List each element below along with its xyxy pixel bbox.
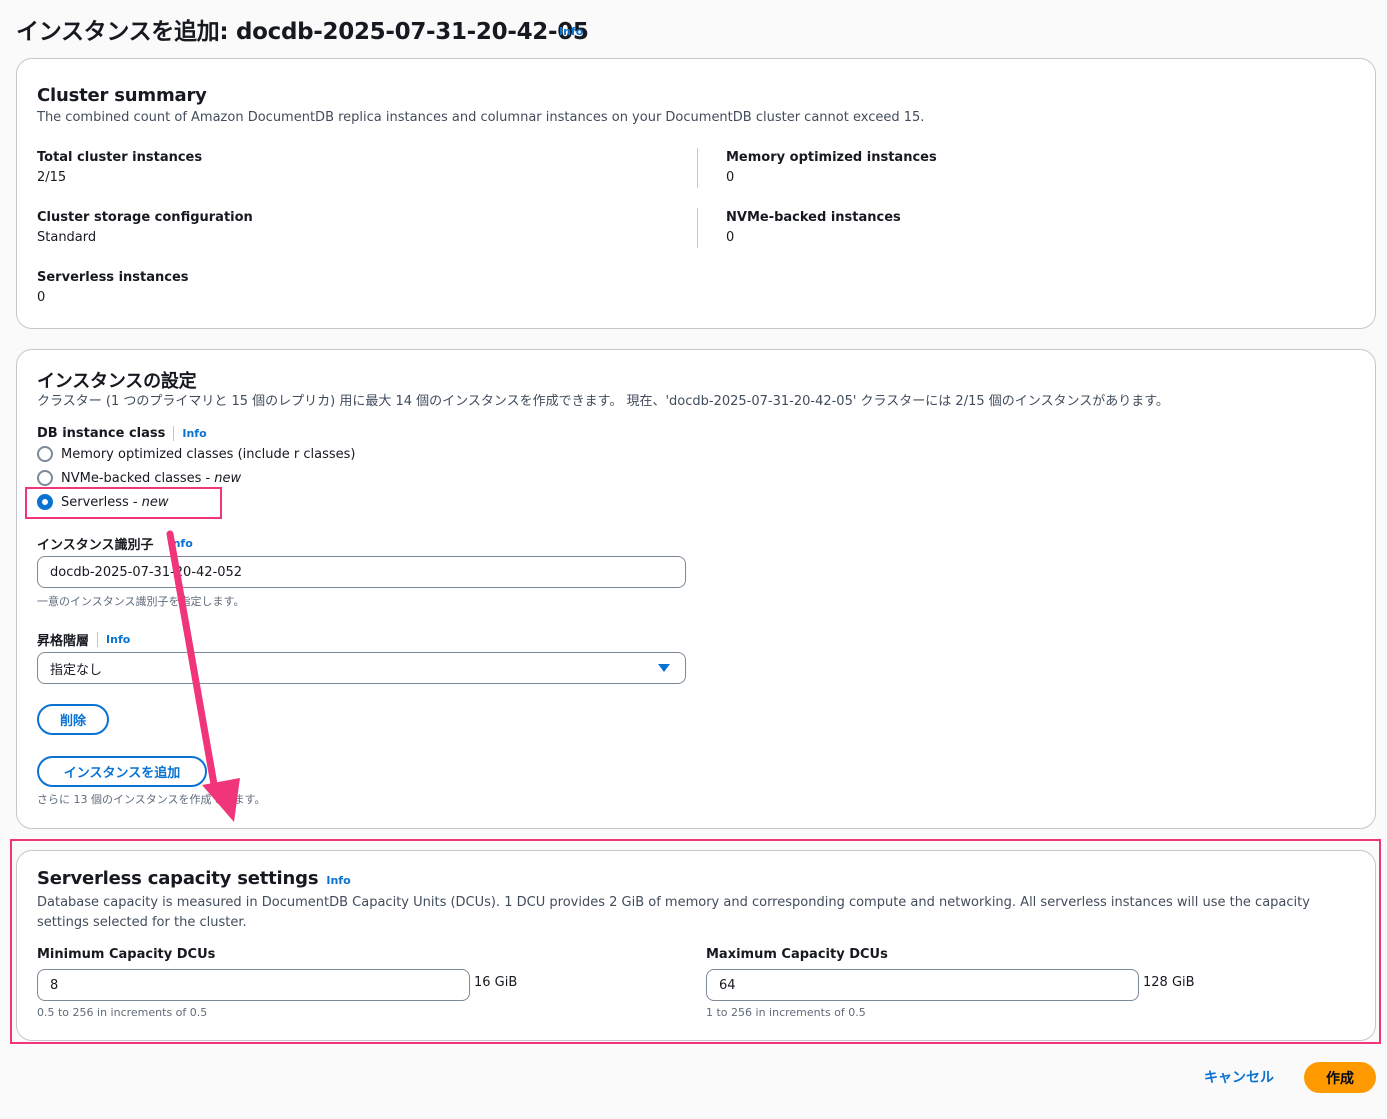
new-tag: new xyxy=(214,470,242,486)
total-instances-value: 2/15 xyxy=(37,170,67,185)
serverless-capacity-panel: Serverless capacity settings Info Databa… xyxy=(16,850,1376,1041)
capacity-heading-row: Serverless capacity settings Info xyxy=(37,868,351,889)
instance-settings-heading: インスタンスの設定 xyxy=(37,371,197,392)
create-button[interactable]: 作成 xyxy=(1304,1062,1376,1093)
new-tag: new xyxy=(141,494,169,510)
cluster-summary-heading: Cluster summary xyxy=(37,85,207,106)
instance-settings-panel: インスタンスの設定 クラスター (1 つのプライマリと 15 個のレプリカ) 用… xyxy=(16,349,1376,829)
promotion-tier-select[interactable]: 指定なし xyxy=(37,652,686,684)
label-separator xyxy=(173,426,175,441)
radio-serverless[interactable]: Serverless - new xyxy=(37,494,169,510)
radio-button[interactable] xyxy=(37,446,53,462)
instance-identifier-hint: 一意のインスタンス識別子を指定します。 xyxy=(37,595,245,608)
page-title: インスタンスを追加: docdb-2025-07-31-20-42-05 xyxy=(16,19,589,45)
instance-identifier-input[interactable]: docdb-2025-07-31-20-42-052 xyxy=(37,556,686,588)
max-capacity-input[interactable]: 64 xyxy=(706,969,1139,1001)
caret-down-icon xyxy=(658,664,670,672)
promotion-tier-label: 昇格階層 Info xyxy=(37,630,130,649)
cluster-summary-description: The combined count of Amazon DocumentDB … xyxy=(37,110,925,125)
add-instance-button[interactable]: インスタンスを追加 xyxy=(37,756,207,787)
promotion-tier-value: 指定なし xyxy=(50,662,103,678)
db-instance-class-info-link[interactable]: Info xyxy=(182,427,206,440)
max-capacity-unit: 128 GiB xyxy=(1143,975,1195,990)
memory-optimized-value: 0 xyxy=(726,170,735,185)
min-capacity-input[interactable]: 8 xyxy=(37,969,470,1001)
page-info-link[interactable]: Info xyxy=(559,25,583,38)
radio-button[interactable] xyxy=(37,470,53,486)
capacity-heading: Serverless capacity settings xyxy=(37,868,319,889)
remove-instance-button[interactable]: 削除 xyxy=(37,704,109,735)
memory-optimized-label: Memory optimized instances xyxy=(726,150,937,165)
min-capacity-unit: 16 GiB xyxy=(474,975,518,990)
radio-button-selected[interactable] xyxy=(37,494,53,510)
db-instance-class-text: DB instance class xyxy=(37,426,166,441)
nvme-instances-label: NVMe-backed instances xyxy=(726,210,901,225)
storage-config-label: Cluster storage configuration xyxy=(37,210,253,225)
radio-nvme-backed[interactable]: NVMe-backed classes - new xyxy=(37,470,241,486)
serverless-instances-label: Serverless instances xyxy=(37,270,189,285)
promotion-tier-text: 昇格階層 xyxy=(37,634,90,649)
nvme-instances-value: 0 xyxy=(726,230,735,245)
max-capacity-hint: 1 to 256 in increments of 0.5 xyxy=(706,1006,866,1019)
storage-config-value: Standard xyxy=(37,230,97,245)
column-divider xyxy=(697,148,698,188)
min-capacity-label: Minimum Capacity DCUs xyxy=(37,947,216,962)
radio-label: Memory optimized classes (include r clas… xyxy=(61,446,356,462)
radio-memory-optimized[interactable]: Memory optimized classes (include r clas… xyxy=(37,446,355,462)
instance-identifier-text: インスタンス識別子 xyxy=(37,538,154,553)
radio-label: Serverless - xyxy=(61,494,138,510)
label-spacer xyxy=(159,536,160,551)
db-instance-class-label: DB instance class Info xyxy=(37,426,207,441)
instance-identifier-label: インスタンス識別子 Info xyxy=(37,534,193,553)
capacity-info-link[interactable]: Info xyxy=(326,874,350,887)
min-capacity-hint: 0.5 to 256 in increments of 0.5 xyxy=(37,1006,208,1019)
cancel-button[interactable]: キャンセル xyxy=(1197,1066,1281,1088)
label-separator xyxy=(97,632,99,647)
radio-label: NVMe-backed classes - xyxy=(61,470,211,486)
add-instance-hint: さらに 13 個のインスタンスを作成できます。 xyxy=(37,793,266,806)
serverless-instances-value: 0 xyxy=(37,290,46,305)
instance-settings-description: クラスター (1 つのプライマリと 15 個のレプリカ) 用に最大 14 個のイ… xyxy=(37,394,1169,409)
total-instances-label: Total cluster instances xyxy=(37,150,203,165)
cluster-summary-panel: Cluster summary The combined count of Am… xyxy=(16,58,1376,329)
capacity-description: Database capacity is measured in Documen… xyxy=(37,895,1310,930)
instance-identifier-info-link[interactable]: Info xyxy=(168,537,192,550)
max-capacity-label: Maximum Capacity DCUs xyxy=(706,947,888,962)
promotion-tier-info-link[interactable]: Info xyxy=(106,633,130,646)
column-divider xyxy=(697,208,698,248)
